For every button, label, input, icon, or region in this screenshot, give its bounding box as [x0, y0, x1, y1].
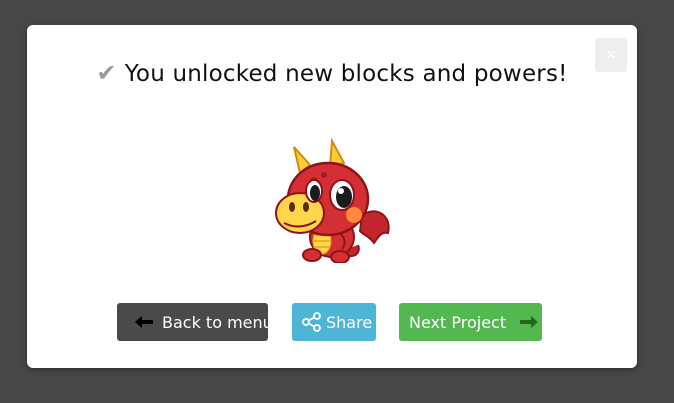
next-project-button[interactable]: Next Project: [399, 303, 542, 341]
share-label: Share: [326, 312, 373, 332]
share-button[interactable]: Share: [292, 303, 376, 341]
arrow-right-icon: [520, 316, 539, 328]
checkmark-icon: ✔: [96, 59, 117, 87]
unlock-dialog: × ✔You unlocked new blocks and powers!: [27, 25, 637, 368]
dialog-title-text: You unlocked new blocks and powers!: [124, 61, 568, 87]
back-to-menu-button[interactable]: Back to menu: [117, 303, 273, 341]
dialog-title: ✔ You unlocked new blocks and powers!: [27, 59, 637, 87]
dragon-mascot-image: [275, 137, 390, 263]
share-icon: [302, 312, 322, 332]
next-project-label: Next Project: [409, 312, 507, 332]
back-to-menu-label: Back to menu: [162, 312, 273, 332]
arrow-left-icon: [135, 316, 153, 328]
